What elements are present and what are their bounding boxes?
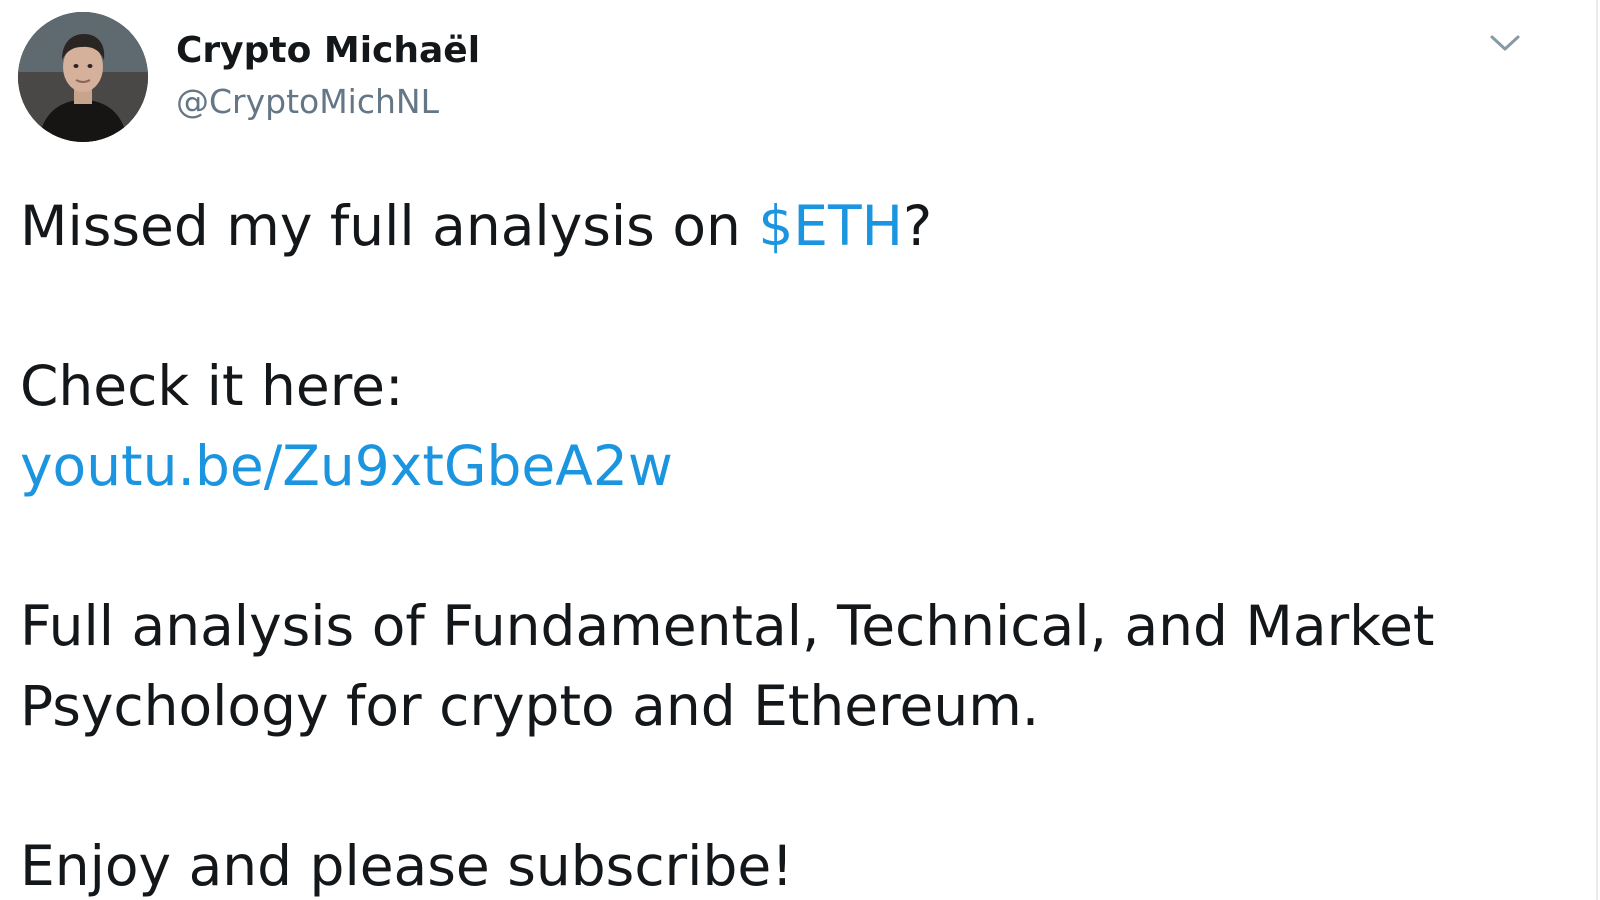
tweet-card: Crypto Michaël @CryptoMichNL Missed my f…: [0, 0, 1600, 900]
tweet-line: Full analysis of Fundamental, Technical,…: [20, 586, 1520, 666]
tweet-text: Missed my full analysis on $ETH? Check i…: [20, 186, 1520, 900]
tweet-line-text: ?: [903, 194, 933, 258]
tweet-line: youtu.be/Zu9xtGbeA2w: [20, 426, 1520, 506]
tweet-line-text: Enjoy and please subscribe!: [20, 834, 794, 898]
tweet-line: Missed my full analysis on $ETH?: [20, 186, 1520, 266]
tweet-line-text: Check it here:: [20, 354, 404, 418]
author-display-name[interactable]: Crypto Michaël: [176, 30, 480, 72]
chevron-down-icon[interactable]: [1488, 30, 1522, 56]
tweet-line-text: Psychology for crypto and Ethereum.: [20, 674, 1040, 738]
tweet-line-text: Missed my full analysis on: [20, 194, 759, 258]
avatar-image: [18, 12, 148, 142]
avatar[interactable]: [18, 12, 148, 142]
tweet-line-text: Full analysis of Fundamental, Technical,…: [20, 594, 1435, 658]
youtube-link[interactable]: youtu.be/Zu9xtGbeA2w: [20, 434, 673, 498]
tweet-line: Check it here:: [20, 346, 1520, 426]
tweet-line: Enjoy and please subscribe!: [20, 826, 1520, 900]
tweet-line: Psychology for crypto and Ethereum.: [20, 666, 1520, 746]
card-border: [1596, 0, 1598, 900]
author-handle[interactable]: @CryptoMichNL: [176, 82, 439, 122]
cashtag-link[interactable]: $ETH: [758, 194, 903, 258]
